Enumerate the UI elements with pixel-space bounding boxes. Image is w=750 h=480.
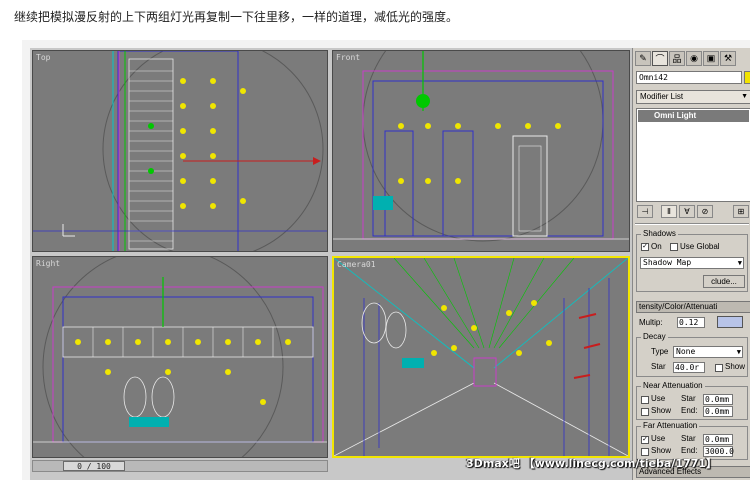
divider bbox=[635, 223, 749, 225]
far-use-checkbox[interactable]: ✓ bbox=[641, 436, 649, 444]
display-icon[interactable]: ▣ bbox=[703, 51, 719, 66]
near-use-checkbox[interactable] bbox=[641, 396, 649, 404]
viewport-label: Front bbox=[336, 53, 361, 62]
decay-start-field[interactable]: 40.0r bbox=[673, 362, 705, 373]
multiplier-field[interactable]: 0.12 bbox=[677, 317, 705, 328]
exclude-button[interactable]: clude... bbox=[703, 275, 745, 288]
utilities-icon[interactable]: ⚒ bbox=[720, 51, 736, 66]
viewport-top[interactable]: Top bbox=[32, 50, 328, 252]
decay-start-label: Star bbox=[651, 362, 666, 371]
viewport-label: Top bbox=[36, 53, 51, 62]
tutorial-caption: 继续把模拟漫反射的上下两组灯光再复制一下往里移，一样的道理，减低光的强度。 bbox=[14, 10, 459, 24]
near-attenuation-title: Near Attenuation bbox=[641, 381, 705, 391]
modifier-list-label: Modifier List bbox=[640, 92, 684, 101]
near-attenuation-group: Near Attenuation Use Show Star 0.0mm End… bbox=[636, 381, 748, 420]
shadows-on-checkbox[interactable]: ✓ bbox=[641, 243, 649, 251]
far-attenuation-title: Far Attenuation bbox=[641, 421, 700, 431]
decay-type-value: None bbox=[676, 347, 696, 356]
stack-buttons: ⊣ Ⅱ ∀ ⊘ ⊞ bbox=[637, 205, 750, 219]
use-global-label: Use Global bbox=[680, 242, 720, 251]
intensity-rollout-header[interactable]: tensity/Color/Attenuati bbox=[636, 301, 750, 313]
make-unique-icon[interactable]: ∀ bbox=[679, 205, 695, 218]
modifier-stack[interactable]: Omni Light bbox=[636, 108, 750, 202]
decay-type-dropdown[interactable]: None ▼ bbox=[673, 346, 743, 358]
multiplier-label: Multip: bbox=[639, 318, 663, 327]
time-slider-track[interactable]: 0 / 100 bbox=[32, 460, 328, 472]
stack-item-omni-light[interactable]: Omni Light bbox=[638, 110, 749, 122]
near-use-label: Use bbox=[651, 394, 666, 403]
shadow-type-dropdown[interactable]: Shadow Map ▼ bbox=[640, 257, 744, 269]
use-global-checkbox[interactable] bbox=[670, 243, 678, 251]
shadows-title: Shadows bbox=[641, 229, 678, 239]
shadow-type-value: Shadow Map bbox=[643, 258, 692, 267]
configure-sets-icon[interactable]: ⊞ bbox=[733, 205, 749, 218]
near-end-field[interactable]: 0.0mm bbox=[703, 406, 733, 417]
viewport-label: Camera01 bbox=[337, 260, 376, 269]
decay-show-label: Show bbox=[725, 362, 746, 371]
far-use-label: Use bbox=[651, 434, 666, 443]
modifier-list-dropdown[interactable]: Modifier List ▼ bbox=[636, 90, 750, 104]
right-view-wireframe bbox=[33, 257, 327, 457]
near-show-label: Show bbox=[651, 406, 672, 415]
light-color-swatch[interactable] bbox=[717, 316, 743, 328]
object-color-swatch[interactable] bbox=[744, 71, 750, 84]
camera-view-wireframe bbox=[334, 258, 628, 456]
decay-show-checkbox[interactable] bbox=[715, 364, 723, 372]
near-show-checkbox[interactable] bbox=[641, 408, 649, 416]
viewport-front[interactable]: Front bbox=[332, 50, 630, 252]
viewport-label: Right bbox=[36, 259, 61, 268]
decay-group: Decay Type None ▼ Star 40.0r Show bbox=[636, 332, 748, 377]
remove-modifier-icon[interactable]: ⊘ bbox=[697, 205, 713, 218]
shadows-group: Shadows ✓ On Use Global Shadow Map ▼ clu… bbox=[636, 229, 748, 292]
object-name-field[interactable]: Omni42 bbox=[636, 71, 742, 84]
time-slider[interactable]: 0 / 100 bbox=[63, 461, 125, 471]
front-view-wireframe bbox=[333, 51, 629, 242]
near-start-label: Star bbox=[681, 394, 696, 403]
watermark: 3Dmax吧 【www.linecg.com/tieba/1771】 bbox=[466, 457, 717, 470]
pin-stack-icon[interactable]: ⊣ bbox=[637, 205, 653, 218]
near-end-label: End: bbox=[681, 406, 698, 415]
decay-title: Decay bbox=[641, 332, 668, 342]
chevron-down-icon: ▼ bbox=[741, 93, 748, 100]
chevron-down-icon: ▼ bbox=[736, 348, 741, 356]
far-start-field[interactable]: 0.0mm bbox=[703, 434, 733, 445]
modify-icon[interactable]: ⌒ bbox=[652, 51, 668, 66]
shadows-on-label: On bbox=[651, 242, 662, 251]
command-panel-tabs: ✎ ⌒ 品 ◉ ▣ ⚒ bbox=[635, 51, 750, 67]
near-start-field[interactable]: 0.0mm bbox=[703, 394, 733, 405]
top-view-wireframe bbox=[33, 51, 327, 251]
hierarchy-icon[interactable]: 品 bbox=[669, 51, 685, 66]
far-start-label: Star bbox=[681, 434, 696, 443]
motion-icon[interactable]: ◉ bbox=[686, 51, 702, 66]
viewport-right[interactable]: Right bbox=[32, 256, 328, 458]
decay-type-label: Type bbox=[651, 347, 669, 356]
viewport-camera[interactable]: Camera01 bbox=[332, 256, 630, 458]
command-panel: ✎ ⌒ 品 ◉ ▣ ⚒ Omni42 Modifier List ▼ Omni … bbox=[632, 48, 750, 480]
max-application: Top Front Right Camera01 0 / 100 ✎ ⌒ 品 ◉… bbox=[30, 48, 750, 480]
show-end-result-icon[interactable]: Ⅱ bbox=[661, 205, 677, 218]
chevron-down-icon: ▼ bbox=[737, 259, 742, 267]
create-icon[interactable]: ✎ bbox=[635, 51, 651, 66]
